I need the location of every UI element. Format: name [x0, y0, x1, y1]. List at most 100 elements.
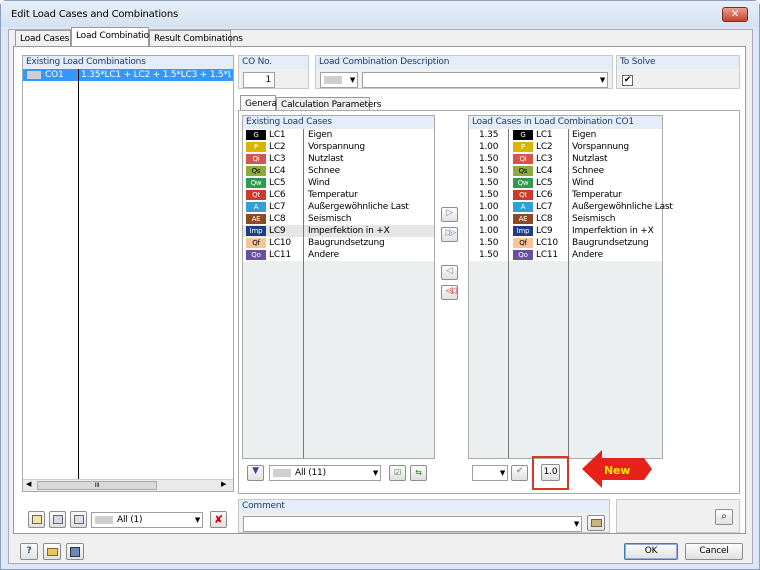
load-case-name: Eigen — [572, 130, 597, 140]
tab-load-combinations[interactable]: Load Combinations — [71, 27, 159, 46]
add-button[interactable]: ▷ — [441, 207, 458, 222]
remove-all-button[interactable]: ◁◁ — [441, 285, 458, 300]
existing-load-case-row[interactable]: Qt LC6 Temperatur — [243, 189, 434, 201]
combo-load-cases-list: 1.35 G LC1 Eigen 1.00 P LC2 Vorspannung 1.50 Qi LC… — [469, 129, 673, 261]
double-arrow-left-icon: ◁◁ — [445, 286, 457, 296]
existing-load-case-row[interactable]: Imp LC9 Imperfektion in +X — [243, 225, 434, 237]
add-all-button[interactable]: ▷▷ — [441, 227, 458, 242]
load-case-id: LC2 — [269, 142, 286, 152]
combo-load-case-row[interactable]: 1.35 G LC1 Eigen — [469, 129, 662, 141]
column-divider — [78, 69, 79, 479]
load-case-type-tag: Qf — [513, 238, 533, 248]
existing-load-case-row[interactable]: AE LC8 Seismisch — [243, 213, 434, 225]
column-divider — [303, 129, 304, 458]
dialog-client: Load Cases Load Combinations Result Comb… — [8, 27, 753, 564]
filter-swatch — [95, 516, 113, 524]
existing-load-case-row[interactable]: Qf LC10 Baugrundsetzung — [243, 237, 434, 249]
ok-button[interactable]: OK — [624, 543, 678, 560]
load-case-name: Wind — [308, 178, 330, 188]
new-callout-label: New — [604, 464, 631, 477]
description-input[interactable]: ▼ — [362, 72, 608, 88]
load-case-type-tag: Qi — [246, 154, 266, 164]
apply-factor-button[interactable]: ✔ — [511, 465, 528, 481]
load-case-id: LC1 — [536, 130, 553, 140]
load-case-name: Vorspannung — [572, 142, 629, 152]
combo-load-case-row[interactable]: 1.50 Qi LC3 Nutzlast — [469, 153, 662, 165]
comment-input[interactable]: ▼ — [243, 516, 582, 532]
filter-icon: ▼ — [252, 466, 259, 476]
tab-result-combinations[interactable]: Result Combinations — [149, 30, 243, 47]
combination-filter-select[interactable]: All (1) ▼ — [91, 512, 203, 528]
remove-button[interactable]: ◁ — [441, 265, 458, 280]
combo-load-case-row[interactable]: 1.00 Imp LC9 Imperfektion in +X — [469, 225, 662, 237]
close-icon: ✕ — [730, 9, 740, 20]
load-case-name: Nutzlast — [572, 154, 608, 164]
cancel-button[interactable]: Cancel — [685, 543, 743, 560]
horizontal-scrollbar[interactable]: ◀ III ▶ — [23, 479, 233, 491]
load-case-filter-select[interactable]: All (11) ▼ — [269, 465, 381, 481]
open-button[interactable] — [43, 543, 61, 560]
comment-edit-button[interactable] — [587, 515, 605, 531]
existing-load-case-row[interactable]: G LC1 Eigen — [243, 129, 434, 141]
combo-load-case-row[interactable]: 1.50 Qf LC10 Baugrundsetzung — [469, 237, 662, 249]
load-case-factor: 1.50 — [479, 154, 499, 164]
load-case-id: LC4 — [536, 166, 553, 176]
preview-button[interactable]: ⌕ — [715, 509, 733, 525]
load-case-type-tag: Imp — [246, 226, 266, 236]
copy-combination-button[interactable] — [49, 511, 66, 528]
co-number-input[interactable]: 1 — [243, 72, 275, 88]
subtab-general[interactable]: General — [240, 95, 279, 110]
combo-load-case-row[interactable]: 1.50 Qw LC5 Wind — [469, 177, 662, 189]
existing-load-case-row[interactable]: Qi LC3 Nutzlast — [243, 153, 434, 165]
scroll-thumb[interactable]: III — [37, 481, 157, 490]
delete-combination-button[interactable]: ✘ — [210, 511, 227, 528]
load-case-type-tag: Qt — [513, 190, 533, 200]
load-case-type-tag: Qo — [246, 250, 266, 260]
load-case-factor: 1.00 — [479, 214, 499, 224]
filter-button[interactable]: ▼ — [247, 465, 264, 481]
close-button[interactable]: ✕ — [722, 7, 748, 22]
existing-load-case-row[interactable]: A LC7 Außergewöhnliche Last — [243, 201, 434, 213]
factor-select[interactable]: ▼ — [472, 465, 508, 481]
tab-load-cases[interactable]: Load Cases — [15, 30, 71, 47]
preview-group: ⌕ — [616, 499, 740, 533]
combo-load-case-row[interactable]: 1.50 Qs LC4 Schnee — [469, 165, 662, 177]
combo-load-case-row[interactable]: 1.50 Qt LC6 Temperatur — [469, 189, 662, 201]
save-button[interactable] — [66, 543, 84, 560]
double-arrow-right-icon: ▷▷ — [445, 228, 457, 238]
load-case-name: Nutzlast — [308, 154, 344, 164]
description-color-select[interactable]: ▼ — [320, 72, 358, 88]
load-case-factor: 1.35 — [479, 130, 499, 140]
description-label: Load Combination Description — [316, 56, 612, 69]
co-number-group: CO No. 1 — [238, 55, 309, 89]
load-case-id: LC5 — [536, 178, 553, 188]
combo-load-case-row[interactable]: 1.00 AE LC8 Seismisch — [469, 213, 662, 225]
combination-row[interactable]: CO1 1.35*LC1 + LC2 + 1.5*LC3 + 1.5*LC4 + — [23, 69, 233, 81]
combination-color-swatch — [27, 71, 41, 79]
scroll-right-icon[interactable]: ▶ — [221, 480, 226, 488]
invert-selection-button[interactable]: ⇆ — [410, 465, 427, 481]
existing-load-case-row[interactable]: Qw LC5 Wind — [243, 177, 434, 189]
scroll-left-icon[interactable]: ◀ — [26, 480, 31, 488]
set-factor-button[interactable]: 1.0 — [541, 464, 560, 481]
load-case-id: LC1 — [269, 130, 286, 140]
new-combination-button[interactable] — [28, 511, 45, 528]
existing-load-case-row[interactable]: Qs LC4 Schnee — [243, 165, 434, 177]
renumber-button[interactable] — [70, 511, 87, 528]
load-case-type-tag: Qw — [513, 178, 533, 188]
combo-load-case-row[interactable]: 1.00 P LC2 Vorspannung — [469, 141, 662, 153]
subtab-calculation-parameters[interactable]: Calculation Parameters — [276, 97, 381, 110]
load-case-name: Andere — [308, 250, 339, 260]
filter-swatch — [273, 469, 291, 477]
load-case-id: LC5 — [269, 178, 286, 188]
combo-load-case-row[interactable]: 1.00 A LC7 Außergewöhnliche Last — [469, 201, 673, 213]
existing-load-case-row[interactable]: Qo LC11 Andere — [243, 249, 434, 261]
help-button[interactable]: ? — [20, 543, 38, 560]
combo-load-case-row[interactable]: 1.50 Qo LC11 Andere — [469, 249, 662, 261]
to-solve-checkbox[interactable]: ✔ — [622, 75, 633, 86]
load-case-type-tag: Qt — [246, 190, 266, 200]
load-case-id: LC4 — [269, 166, 286, 176]
select-all-button[interactable]: ☑ — [389, 465, 406, 481]
existing-load-case-row[interactable]: P LC2 Vorspannung — [243, 141, 434, 153]
chevron-down-icon: ▼ — [599, 76, 605, 84]
